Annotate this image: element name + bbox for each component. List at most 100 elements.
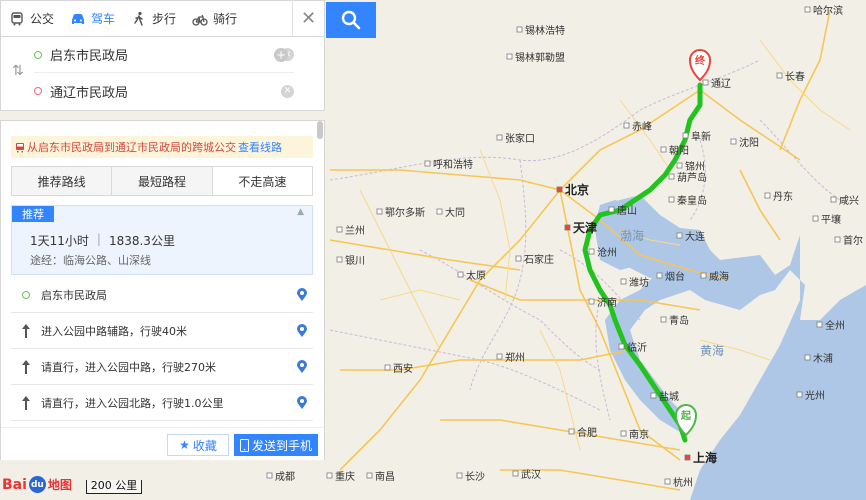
city-label[interactable]: 大连 — [685, 230, 705, 243]
city-label[interactable]: 沧州 — [597, 246, 617, 259]
city-label[interactable]: 木浦 — [813, 352, 833, 365]
locate-icon[interactable] — [296, 287, 308, 302]
city-label[interactable]: 朝阳 — [669, 145, 689, 157]
end-field[interactable]: 通辽市民政局 ✕ — [34, 73, 294, 109]
city-label[interactable]: 张家口 — [505, 132, 535, 145]
city-label[interactable]: 锡林郭勒盟 — [515, 51, 565, 64]
send-label: 发送到手机 — [251, 438, 312, 453]
city-label[interactable]: 阜新 — [691, 130, 711, 143]
city-label[interactable]: 济南 — [597, 296, 617, 309]
city-label[interactable]: 鄂尔多斯 — [385, 206, 425, 219]
city-dot — [684, 454, 691, 461]
step-3[interactable]: 请直行，进入公园北路，行驶1.0公里 — [11, 385, 313, 421]
city-label[interactable]: 平壤 — [821, 213, 841, 226]
tab-walk[interactable]: 步行 — [123, 0, 184, 37]
city-dot — [676, 162, 683, 169]
city-dot — [506, 53, 513, 60]
city-label[interactable]: 赤峰 — [632, 121, 652, 133]
city-label[interactable]: 沈阳 — [739, 136, 759, 149]
city-dot — [656, 272, 663, 279]
city-dot — [623, 122, 630, 129]
city-label[interactable]: 哈尔滨 — [813, 4, 843, 17]
start-input[interactable]: 启东市民政局 — [50, 45, 273, 64]
city-label[interactable]: 上海 — [693, 450, 717, 465]
city-label[interactable]: 天津 — [573, 220, 597, 235]
swap-icon[interactable]: ⇅ — [12, 63, 24, 79]
city-label[interactable]: 长春 — [785, 71, 805, 83]
city-label[interactable]: 临沂 — [627, 341, 647, 354]
city-label[interactable]: 兰州 — [345, 224, 365, 237]
locate-icon[interactable] — [296, 395, 308, 410]
strategy-shortest[interactable]: 最短路程 — [112, 167, 213, 195]
city-label[interactable]: 咸兴 — [839, 195, 859, 207]
view-route-link[interactable]: 查看线路 — [238, 139, 282, 155]
city-label[interactable]: 杭州 — [673, 476, 693, 489]
city-label[interactable]: 青岛 — [669, 314, 689, 327]
city-label[interactable]: 成都 — [275, 471, 295, 483]
city-dot — [588, 298, 595, 305]
city-label[interactable]: 西安 — [393, 362, 413, 375]
tab-bike[interactable]: 骑行 — [184, 0, 245, 37]
strategy-recommended[interactable]: 推荐路线 — [12, 167, 113, 195]
city-label[interactable]: 呼和浩特 — [433, 159, 473, 171]
city-label[interactable]: 首尔 — [843, 234, 863, 247]
city-label[interactable]: 武汉 — [521, 468, 541, 481]
locate-icon[interactable] — [296, 359, 308, 374]
favorite-button[interactable]: ★ 收藏 — [167, 434, 229, 456]
city-label[interactable]: 长沙 — [465, 471, 485, 483]
collapse-icon[interactable]: ▲ — [297, 207, 304, 217]
city-label[interactable]: 郑州 — [505, 351, 525, 364]
city-label[interactable]: 秦皇岛 — [677, 194, 707, 207]
plan-distance: 1838.3公里 — [108, 234, 175, 248]
step-1[interactable]: 进入公园中路辅路，行驶40米 — [11, 313, 313, 349]
route-inputs: ⇅ 启东市民政局 ✕ + 通辽市民政局 ✕ — [0, 37, 325, 111]
end-input[interactable]: 通辽市民政局 — [50, 82, 273, 101]
city-dot — [376, 208, 383, 215]
straight-arrow-icon — [22, 359, 30, 374]
locate-icon[interactable] — [296, 323, 308, 338]
scrollbar[interactable] — [317, 121, 323, 139]
close-icon[interactable]: ✕ — [292, 0, 324, 37]
city-label[interactable]: 丹东 — [773, 190, 793, 203]
city-label[interactable]: 全州 — [825, 319, 845, 332]
city-label[interactable]: 合肥 — [577, 426, 597, 439]
city-dot — [620, 430, 627, 437]
city-label[interactable]: 光州 — [805, 389, 825, 402]
tab-bus[interactable]: 公交 — [1, 0, 62, 37]
city-label[interactable]: 银川 — [345, 254, 365, 267]
city-label[interactable]: 锡林浩特 — [525, 24, 565, 37]
city-label[interactable]: 重庆 — [335, 470, 355, 483]
baidu-map-logo[interactable]: Bai du 地图 — [2, 476, 72, 493]
city-dot — [668, 196, 675, 203]
search-button[interactable] — [326, 2, 376, 38]
add-waypoint-icon[interactable]: + — [274, 48, 288, 62]
city-label[interactable]: 潍坊 — [629, 276, 649, 289]
city-label[interactable]: 北京 — [565, 182, 589, 197]
clear-end-icon[interactable]: ✕ — [281, 84, 294, 98]
start-field[interactable]: 启东市民政局 ✕ — [34, 37, 294, 73]
plan-card[interactable]: 推荐 ▲ 1天11小时 | 1838.3公里 途经：临海公路、山深线 — [11, 205, 313, 275]
city-label[interactable]: 锦州 — [685, 160, 705, 173]
city-label[interactable]: 石家庄 — [524, 253, 554, 266]
city-label[interactable]: 唐山 — [617, 204, 637, 217]
step-2[interactable]: 请直行，进入公园中路，行驶270米 — [11, 349, 313, 385]
city-label[interactable]: 大同 — [445, 206, 465, 219]
bike-icon — [192, 14, 208, 26]
send-to-phone-button[interactable]: 发送到手机 — [234, 434, 318, 456]
city-dot — [496, 134, 503, 141]
city-dot — [796, 391, 803, 398]
route-strategy: 推荐路线 最短路程 不走高速 — [11, 166, 313, 196]
strategy-no-highway[interactable]: 不走高速 — [212, 167, 312, 195]
city-label[interactable]: 南昌 — [375, 470, 395, 483]
step-start[interactable]: 启东市民政局 — [11, 277, 313, 313]
city-dot — [834, 236, 841, 243]
sea-label-huanghai: 黄海 — [700, 343, 724, 358]
city-label[interactable]: 通辽 — [711, 78, 731, 90]
city-label[interactable]: 盐城 — [659, 390, 679, 403]
city-label[interactable]: 葫芦岛 — [677, 171, 707, 184]
city-label[interactable]: 太原 — [466, 269, 486, 282]
tab-car[interactable]: 驾车 — [62, 0, 123, 37]
city-label[interactable]: 烟台 — [665, 270, 685, 283]
city-label[interactable]: 南京 — [629, 428, 649, 441]
city-label[interactable]: 威海 — [709, 270, 729, 283]
